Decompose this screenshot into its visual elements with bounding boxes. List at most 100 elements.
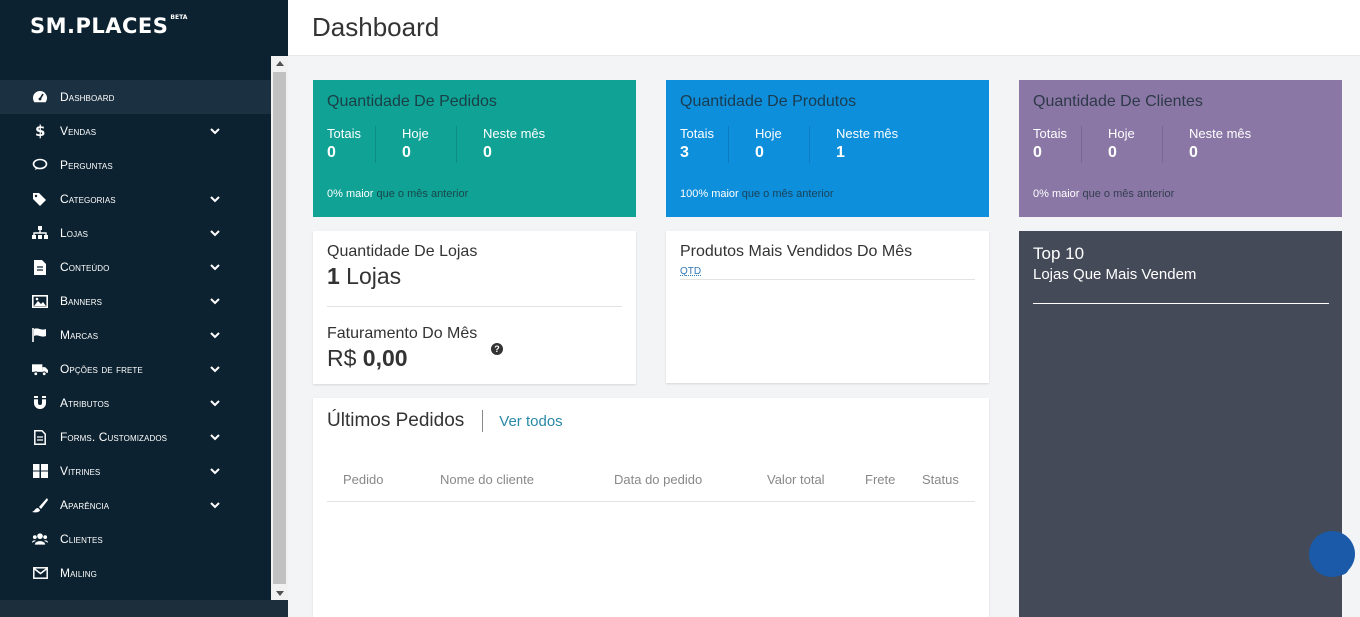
- sidebar-item-categorias[interactable]: Categorias: [0, 182, 271, 216]
- column-header[interactable]: Pedido: [343, 472, 383, 487]
- stat-label: Neste mês: [1189, 126, 1252, 141]
- revenue-amount: 0,00: [362, 345, 408, 371]
- divider: [327, 306, 622, 307]
- stat-columns: Totais 0 Hoje 0 Neste mês 0: [1019, 126, 1342, 163]
- stat-column: Neste mês 1: [809, 126, 969, 163]
- comments-icon: [32, 157, 48, 173]
- sidebar-item-label: Mailing: [60, 566, 97, 580]
- products-count-card: Quantidade De Produtos Totais 3 Hoje 0 Neste …: [666, 80, 989, 217]
- latest-orders-title: Últimos Pedidos: [327, 410, 465, 431]
- sidebar-item-label: Vendas: [60, 124, 97, 138]
- orders-table-header: Pedido Nome do cliente Data do pedido Valor…: [327, 472, 975, 502]
- sidebar-menu: Dashboard $ Vendas Perguntas Categorias Lojas…: [0, 80, 271, 590]
- brush-icon: [32, 497, 48, 513]
- sidebar-scrollbar[interactable]: [271, 56, 288, 600]
- page-title: Dashboard: [312, 12, 440, 42]
- sidebar-item-clientes[interactable]: Clientes: [0, 522, 271, 556]
- stat-label: Totais: [1033, 126, 1067, 141]
- sidebar-item-vendas[interactable]: $ Vendas: [0, 114, 271, 148]
- stat-column: Hoje 0: [728, 126, 809, 163]
- stat-comparison: 0% maior que o mês anterior: [1033, 188, 1174, 200]
- sidebar-item-label: Vitrines: [60, 464, 101, 478]
- sidebar-item-atributos[interactable]: Atributos: [0, 386, 271, 420]
- scroll-up-arrow-icon[interactable]: [271, 56, 288, 70]
- top10-subtitle: Lojas Que Mais Vendem: [1033, 266, 1197, 283]
- chevron-down-icon: [209, 396, 223, 410]
- sidebar-item-aparencia[interactable]: Aparência: [0, 488, 271, 522]
- stat-value: 1: [836, 144, 845, 161]
- sidebar-item-label: Conteúdo: [60, 260, 110, 274]
- chat-bubble-icon[interactable]: [1309, 531, 1355, 577]
- divider: [1033, 303, 1329, 304]
- stat-comparison-percent: 100% maior: [680, 188, 739, 200]
- sidebar-item-lojas[interactable]: Lojas: [0, 216, 271, 250]
- sidebar-item-label: Lojas: [60, 226, 89, 240]
- sidebar: SM.PLACES BETA Dashboard $ Vendas Perguntas C…: [0, 0, 288, 617]
- stores-count-number: 1: [327, 263, 340, 289]
- stores-revenue-card: Quantidade De Lojas 1 Lojas Faturamento …: [313, 231, 636, 384]
- sidebar-item-forms-customizados[interactable]: Forms. Customizados: [0, 420, 271, 454]
- column-header[interactable]: Valor total: [767, 472, 825, 487]
- stat-column: Totais 3: [666, 126, 728, 163]
- chevron-down-icon: [209, 362, 223, 376]
- stores-count-unit: Lojas: [339, 263, 402, 289]
- sidebar-item-label: Dashboard: [60, 90, 115, 104]
- column-header[interactable]: Nome do cliente: [440, 472, 534, 487]
- sidebar-item-opcoes-de-frete[interactable]: Opções de frete: [0, 352, 271, 386]
- stat-comparison-text: que o mês anterior: [373, 188, 469, 200]
- scroll-down-arrow-icon[interactable]: [271, 586, 288, 600]
- chevron-down-icon: [209, 328, 223, 342]
- file-icon: [32, 259, 48, 275]
- qtd-column-header[interactable]: QTD: [680, 266, 975, 280]
- stat-column: Totais 0: [1019, 126, 1081, 163]
- sidebar-item-perguntas[interactable]: Perguntas: [0, 148, 271, 182]
- header-separator: [482, 410, 484, 432]
- scrollbar-thumb[interactable]: [273, 72, 286, 584]
- stat-value: 0: [1108, 144, 1117, 161]
- sidebar-item-mailing[interactable]: Mailing: [0, 556, 271, 590]
- chevron-down-icon: [209, 260, 223, 274]
- stat-label: Hoje: [402, 126, 429, 141]
- sidebar-item-label: Clientes: [60, 532, 103, 546]
- help-question-icon[interactable]: ?: [491, 343, 503, 355]
- flag-icon: [32, 327, 48, 343]
- stat-comparison: 0% maior que o mês anterior: [327, 188, 468, 200]
- sidebar-item-label: Opções de frete: [60, 362, 143, 376]
- app-logo[interactable]: SM.PLACES BETA: [30, 14, 187, 38]
- chevron-down-icon: [209, 226, 223, 240]
- sidebar-item-vitrines[interactable]: Vitrines: [0, 454, 271, 488]
- sidebar-item-banners[interactable]: Banners: [0, 284, 271, 318]
- stat-column: Neste mês 0: [1162, 126, 1322, 163]
- column-header[interactable]: Status: [922, 472, 959, 487]
- dashboard-icon: [32, 89, 48, 105]
- stat-title: Quantidade De Produtos: [680, 93, 857, 110]
- sidebar-item-label: Categorias: [60, 192, 116, 206]
- best-selling-products-card: Produtos Mais Vendidos Do Mês QTD: [666, 231, 989, 383]
- sitemap-icon: [32, 225, 48, 241]
- stat-comparison-text: que o mês anterior: [1079, 188, 1175, 200]
- stat-comparison-percent: 0% maior: [327, 188, 374, 200]
- stat-title: Quantidade De Clientes: [1033, 93, 1203, 110]
- chevron-down-icon: [209, 124, 223, 138]
- image-icon: [32, 293, 48, 309]
- stores-count-title: Quantidade De Lojas: [327, 243, 478, 260]
- truck-icon: [32, 361, 48, 377]
- tags-icon: [32, 191, 48, 207]
- currency-symbol: R$: [327, 345, 363, 371]
- column-header[interactable]: Data do pedido: [614, 472, 702, 487]
- stat-title: Quantidade De Pedidos: [327, 93, 497, 110]
- view-all-link[interactable]: Ver todos: [499, 413, 562, 430]
- sidebar-item-marcas[interactable]: Marcas: [0, 318, 271, 352]
- stat-value: 0: [1033, 144, 1042, 161]
- envelope-icon: [32, 565, 48, 581]
- chevron-down-icon: [209, 294, 223, 308]
- customers-count-card: Quantidade De Clientes Totais 0 Hoje 0 Neste …: [1019, 80, 1342, 217]
- sidebar-item-conteudo[interactable]: Conteúdo: [0, 250, 271, 284]
- stat-value: 0: [402, 144, 411, 161]
- stat-comparison-text: que o mês anterior: [738, 188, 834, 200]
- sidebar-item-dashboard[interactable]: Dashboard: [0, 80, 271, 114]
- users-icon: [32, 531, 48, 547]
- stat-column: Hoje 0: [375, 126, 456, 163]
- dollar-icon: $: [32, 123, 48, 139]
- column-header[interactable]: Frete: [865, 472, 895, 487]
